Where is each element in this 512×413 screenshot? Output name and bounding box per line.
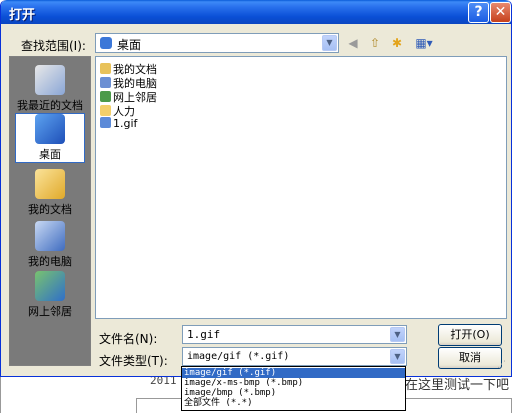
place-my-documents[interactable]: 我的文档 bbox=[10, 169, 90, 217]
filetype-select[interactable]: image/gif (*.gif) ▼ bbox=[182, 347, 407, 366]
chevron-down-icon[interactable]: ▼ bbox=[322, 35, 337, 51]
my-documents-icon bbox=[35, 169, 65, 199]
filename-input[interactable]: 1.gif ▼ bbox=[182, 325, 407, 344]
title-bar[interactable]: 打开 ? ✕ bbox=[1, 0, 511, 24]
place-network[interactable]: 网上邻居 bbox=[10, 271, 90, 319]
network-places-icon bbox=[35, 271, 65, 301]
places-bar: 我最近的文档 桌面 我的文档 我的电脑 网上邻居 bbox=[9, 56, 91, 366]
filetype-label: 文件类型(T): bbox=[99, 354, 168, 368]
desktop-small-icon bbox=[100, 37, 112, 49]
background-page-edge bbox=[0, 376, 8, 413]
filetype-option[interactable]: 全部文件 (*.*) bbox=[182, 398, 405, 408]
file-item[interactable]: 网上邻居 bbox=[100, 89, 157, 104]
file-item[interactable]: 1.gif bbox=[100, 117, 137, 131]
cancel-button[interactable]: 取消 bbox=[438, 347, 502, 369]
file-item[interactable]: 人力 bbox=[100, 103, 135, 118]
back-icon[interactable]: ◀ bbox=[345, 35, 361, 51]
resize-grip-icon[interactable]: ⋰ bbox=[497, 360, 509, 372]
gif-file-icon bbox=[100, 117, 111, 128]
recent-documents-icon bbox=[35, 65, 65, 95]
chevron-down-icon[interactable]: ▼ bbox=[390, 327, 405, 342]
filetype-option[interactable]: image/gif (*.gif) bbox=[182, 368, 405, 378]
screen: 2011 在这里测试一下吧 打开 ? ✕ 查找范围(I): 桌面 ▼ ◀ ⇧ ✱… bbox=[0, 0, 512, 413]
place-my-computer[interactable]: 我的电脑 bbox=[10, 221, 90, 269]
open-file-dialog: 打开 ? ✕ 查找范围(I): 桌面 ▼ ◀ ⇧ ✱ ▦▾ 我最近的文档 桌面 bbox=[0, 0, 512, 377]
lookin-label: 查找范围(I): bbox=[21, 39, 86, 53]
file-list[interactable]: 我的文档 我的电脑 网上邻居 人力 1.gif bbox=[95, 56, 507, 319]
file-item[interactable]: 我的电脑 bbox=[100, 75, 157, 90]
filetype-dropdown: image/gif (*.gif) image/x-ms-bmp (*.bmp)… bbox=[181, 366, 406, 411]
open-button[interactable]: 打开(O) bbox=[438, 324, 502, 346]
new-folder-icon[interactable]: ✱ bbox=[389, 35, 405, 51]
filetype-value: image/gif (*.gif) bbox=[187, 351, 290, 362]
filename-label: 文件名(N): bbox=[99, 332, 158, 346]
network-icon bbox=[100, 91, 111, 102]
lookin-value: 桌面 bbox=[117, 38, 142, 52]
my-computer-icon bbox=[35, 221, 65, 251]
lookin-select[interactable]: 桌面 ▼ bbox=[95, 33, 339, 53]
place-recent-documents[interactable]: 我最近的文档 bbox=[10, 65, 90, 113]
view-menu-icon[interactable]: ▦▾ bbox=[411, 35, 437, 51]
filetype-option[interactable]: image/x-ms-bmp (*.bmp) bbox=[182, 378, 405, 388]
folder-icon bbox=[100, 105, 111, 116]
place-desktop[interactable]: 桌面 bbox=[15, 113, 85, 163]
filetype-option[interactable]: image/bmp (*.bmp) bbox=[182, 388, 405, 398]
chevron-down-icon[interactable]: ▼ bbox=[390, 349, 405, 364]
up-folder-icon[interactable]: ⇧ bbox=[367, 35, 383, 51]
help-button[interactable]: ? bbox=[468, 2, 489, 23]
computer-icon bbox=[100, 77, 111, 88]
dialog-title: 打开 bbox=[9, 8, 36, 23]
desktop-icon bbox=[35, 114, 65, 144]
close-button[interactable]: ✕ bbox=[490, 2, 511, 23]
filename-value: 1.gif bbox=[187, 328, 221, 341]
folder-documents-icon bbox=[100, 63, 111, 74]
file-item[interactable]: 我的文档 bbox=[100, 61, 157, 76]
